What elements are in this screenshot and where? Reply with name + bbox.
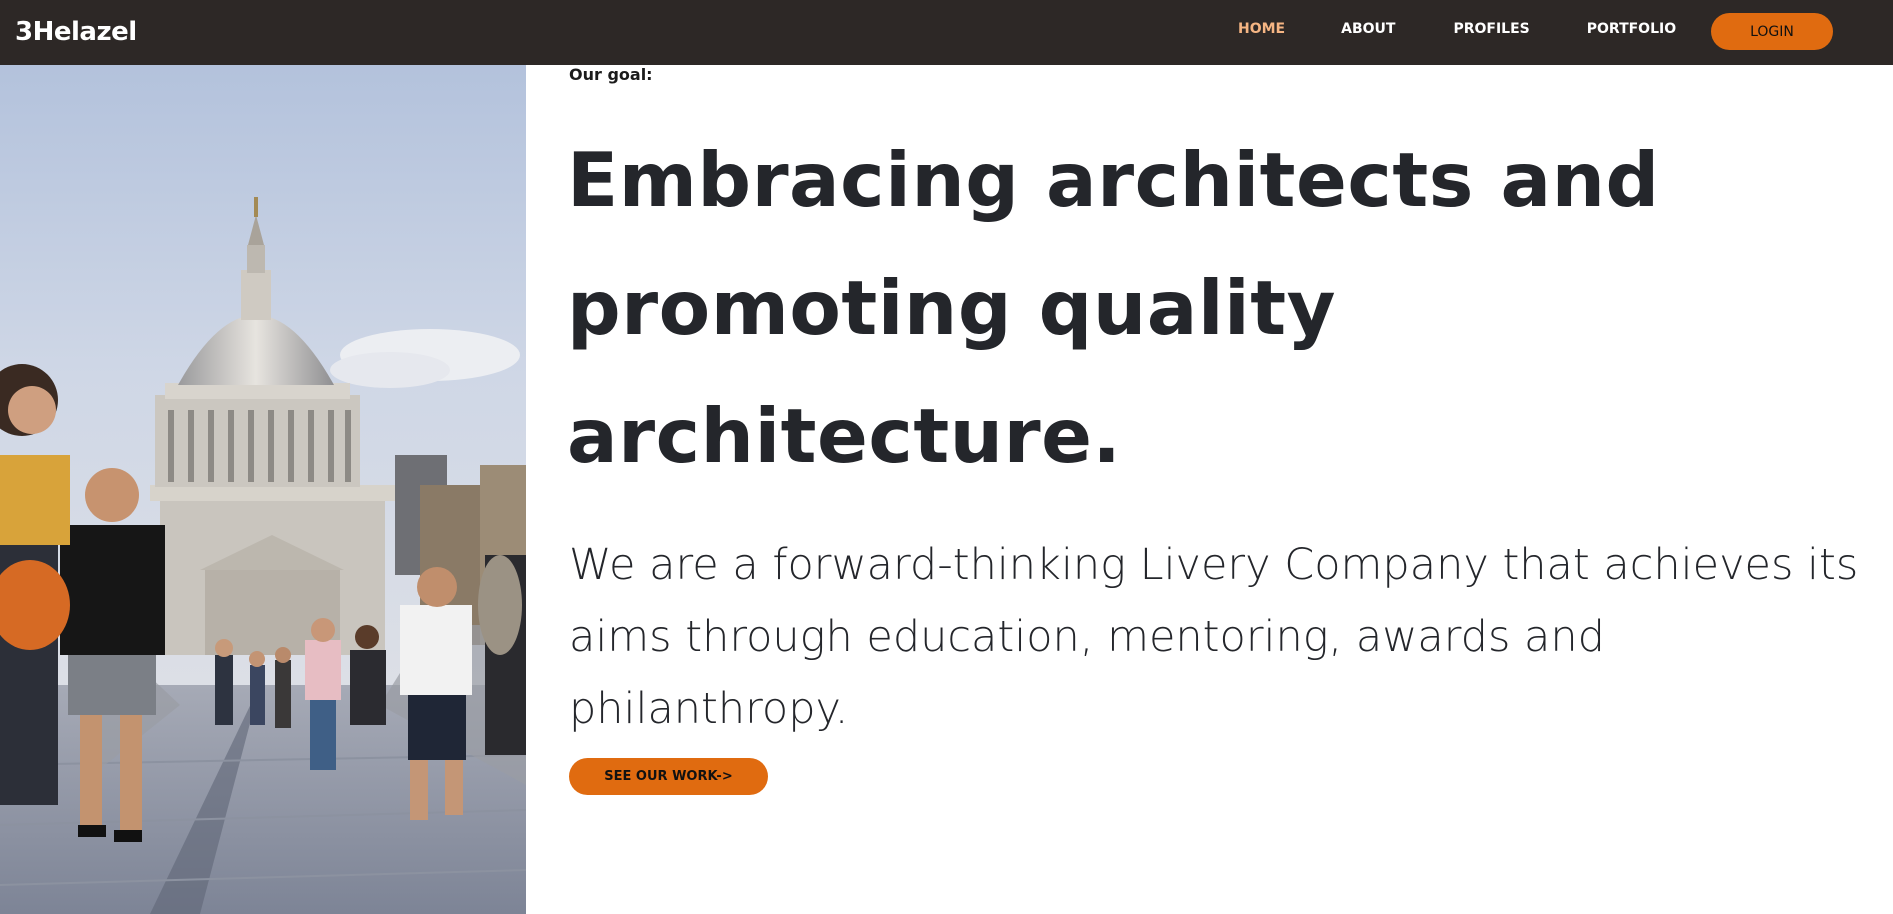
hero-photo: [0, 65, 526, 914]
brand-logo[interactable]: 3Helazel: [15, 14, 137, 50]
nav-link-portfolio[interactable]: PORTFOLIO: [1587, 19, 1676, 39]
nav-link-about[interactable]: ABOUT: [1341, 19, 1395, 39]
eyebrow-label: Our goal:: [569, 65, 653, 84]
cathedral-photo-icon: [0, 65, 526, 914]
top-navbar: 3Helazel HOME ABOUT PROFILES PORTFOLIO L…: [0, 0, 1893, 65]
see-our-work-button[interactable]: SEE OUR WORK->: [569, 758, 768, 795]
nav-menu: HOME ABOUT PROFILES PORTFOLIO: [1238, 19, 1676, 39]
hero-headline: Embracing architects and promoting quali…: [567, 136, 1660, 480]
nav-link-profiles[interactable]: PROFILES: [1453, 19, 1529, 39]
hero-lead-text: We are a forward-thinking Livery Company…: [569, 540, 1859, 734]
nav-link-home[interactable]: HOME: [1238, 19, 1285, 39]
login-button[interactable]: LOGIN: [1711, 13, 1833, 50]
